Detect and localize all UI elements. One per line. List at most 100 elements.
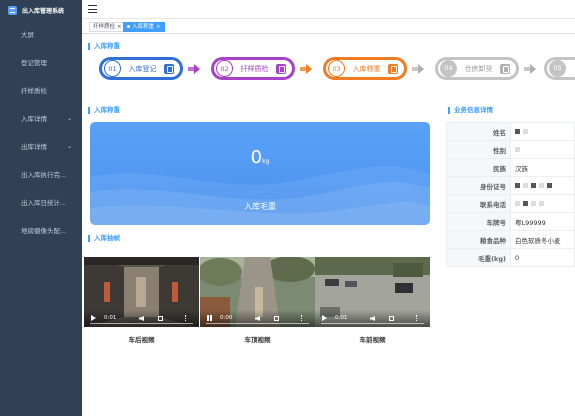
- app-logo[interactable]: 出入库管理系统: [0, 0, 82, 20]
- info-key: 车牌号: [446, 212, 511, 231]
- info-value: 0: [510, 248, 575, 267]
- step-label: 仓房卸货: [464, 64, 493, 73]
- sidebar-item-label: 入库详情: [21, 115, 47, 123]
- sidebar-item-execution[interactable]: 出入库执行完...: [0, 160, 82, 188]
- info-value: 汉族: [510, 158, 575, 177]
- info-row-phone: 联系电话: [446, 194, 575, 213]
- sidebar-item-camera-config[interactable]: 地磅摄像头配...: [0, 216, 82, 244]
- video-progress-bar[interactable]: [321, 323, 424, 324]
- video-progress-bar[interactable]: [90, 323, 193, 324]
- video-section-title: 入库抽帧: [88, 235, 120, 242]
- weigh-section-title: 入库称重: [88, 107, 120, 114]
- video-player-front[interactable]: 0:01: [315, 257, 430, 327]
- redaction-mark: [531, 183, 536, 188]
- video-time: 0:00: [220, 315, 233, 321]
- close-icon[interactable]: ×: [156, 24, 161, 30]
- sidebar-menu: 大屏 登记管理 扦样质检 入库详情 ⌄ 出库详情 ⌄ 出入库执行完... 出入库日统…: [0, 20, 82, 244]
- volume-icon[interactable]: [139, 316, 144, 321]
- volume-icon[interactable]: [255, 316, 260, 321]
- info-key: 性别: [446, 140, 511, 159]
- info-value: [510, 122, 575, 141]
- video-progress-bar[interactable]: [206, 323, 309, 324]
- more-icon[interactable]: [301, 315, 303, 321]
- sidebar-item-sampling[interactable]: 扦样质检: [0, 76, 82, 104]
- topbar: [82, 0, 575, 19]
- active-dot-icon: [127, 25, 130, 28]
- step-number: 02: [216, 60, 233, 77]
- video-player-roof[interactable]: 0:00: [200, 257, 315, 327]
- warehouse-icon: [500, 63, 510, 74]
- hamburger-icon[interactable]: [88, 5, 97, 13]
- info-value: [510, 140, 575, 159]
- fullscreen-icon[interactable]: [158, 316, 163, 321]
- sidebar-item-label: 扦样质检: [21, 87, 47, 95]
- business-info-table: 姓名 性别 民族 汉族 身份证号 联系电话 车牌号 粤L99999 粮食品种 白色软质…: [446, 122, 575, 267]
- redaction-mark: [531, 201, 536, 206]
- redaction-mark: [515, 201, 520, 206]
- gross-weight-label: 入库毛重: [244, 202, 276, 211]
- sidebar-item-label: 大屏: [21, 31, 34, 39]
- step-sampling[interactable]: 02 扦样质检: [211, 57, 295, 80]
- info-row-name: 姓名: [446, 122, 575, 141]
- tag-inbound-weighing[interactable]: 入库称重 ×: [123, 22, 165, 32]
- step-unloading[interactable]: 04 仓房卸货: [435, 57, 519, 80]
- tag-sampling[interactable]: 扦样质检 ×: [89, 22, 126, 32]
- step-weighing[interactable]: 03 入库称重: [323, 57, 407, 80]
- more-icon[interactable]: [416, 315, 418, 321]
- info-key: 身份证号: [446, 176, 511, 195]
- sidebar-item-label: 地磅摄像头配...: [21, 227, 67, 235]
- sidebar-item-dashboard[interactable]: 大屏: [0, 20, 82, 48]
- fullscreen-icon[interactable]: [274, 316, 279, 321]
- steps-section-title: 入库称重: [88, 43, 120, 50]
- gross-weight-value: 0kg: [90, 147, 430, 168]
- info-row-gross-weight: 毛重(kg) 0: [446, 248, 575, 267]
- redaction-mark: [515, 183, 520, 188]
- play-icon[interactable]: [91, 315, 96, 321]
- arrow-right-icon: [306, 64, 312, 74]
- step-label: 入库称重: [352, 64, 381, 73]
- chevron-down-icon: ⌄: [66, 142, 72, 150]
- sidebar-item-daily-stats[interactable]: 出入库日统计...: [0, 188, 82, 216]
- info-key: 姓名: [446, 122, 511, 141]
- weigh-card: 0kg 入库毛重: [90, 122, 430, 225]
- step-number: 03: [328, 60, 345, 77]
- fullscreen-icon[interactable]: [389, 316, 394, 321]
- volume-icon[interactable]: [370, 316, 375, 321]
- pause-icon[interactable]: [207, 315, 212, 321]
- info-key: 联系电话: [446, 194, 511, 213]
- sidebar-item-label: 出入库执行完...: [21, 171, 67, 179]
- info-value: [510, 176, 575, 195]
- app-title: 出入库管理系统: [22, 7, 65, 15]
- sidebar-item-label: 出入库日统计...: [21, 199, 67, 207]
- chevron-down-icon: ⌄: [66, 114, 72, 122]
- arrow-right-icon: [194, 64, 200, 74]
- step-five[interactable]: 05: [544, 57, 575, 80]
- play-icon[interactable]: [322, 315, 327, 321]
- info-row-ethnicity: 民族 汉族: [446, 158, 575, 177]
- sidebar-item-outbound[interactable]: 出库详情 ⌄: [0, 132, 82, 160]
- video-controls: 0:01: [315, 310, 430, 327]
- info-section-title: 业务信息详情: [448, 107, 493, 114]
- sidebar-item-registration[interactable]: 登记管理: [0, 48, 82, 76]
- info-row-plate: 车牌号 粤L99999: [446, 212, 575, 231]
- redaction-mark: [523, 183, 528, 188]
- app-logo-icon: [8, 5, 17, 15]
- sidebar-item-label: 出库详情: [21, 143, 47, 151]
- video-caption-roof: 车顶视频: [244, 336, 271, 344]
- tag-label: 入库称重: [132, 24, 155, 30]
- more-icon[interactable]: [185, 315, 187, 321]
- sidebar-item-inbound[interactable]: 入库详情 ⌄: [0, 104, 82, 132]
- video-controls: 0:00: [200, 310, 315, 327]
- step-registration[interactable]: 01 入库登记: [99, 57, 183, 80]
- info-key: 毛重(kg): [446, 248, 511, 267]
- main-content: 入库称重 01 入库登记 02 扦样质检 03 入库称重 04 仓房卸货 05 …: [82, 34, 575, 416]
- redaction-mark: [515, 147, 520, 152]
- step-label: 扦样质检: [240, 64, 269, 73]
- close-icon[interactable]: ×: [117, 24, 122, 30]
- tags-view: 扦样质检 × 入库称重 ×: [82, 19, 575, 34]
- info-row-grain-type: 粮食品种 白色软质冬小麦: [446, 230, 575, 249]
- video-controls: 0:01: [84, 310, 199, 327]
- video-player-rear[interactable]: 0:01: [84, 257, 199, 327]
- sidebar: 出入库管理系统 大屏 登记管理 扦样质检 入库详情 ⌄ 出库详情 ⌄ 出入库执行完.…: [0, 0, 82, 416]
- redaction-mark: [515, 129, 520, 134]
